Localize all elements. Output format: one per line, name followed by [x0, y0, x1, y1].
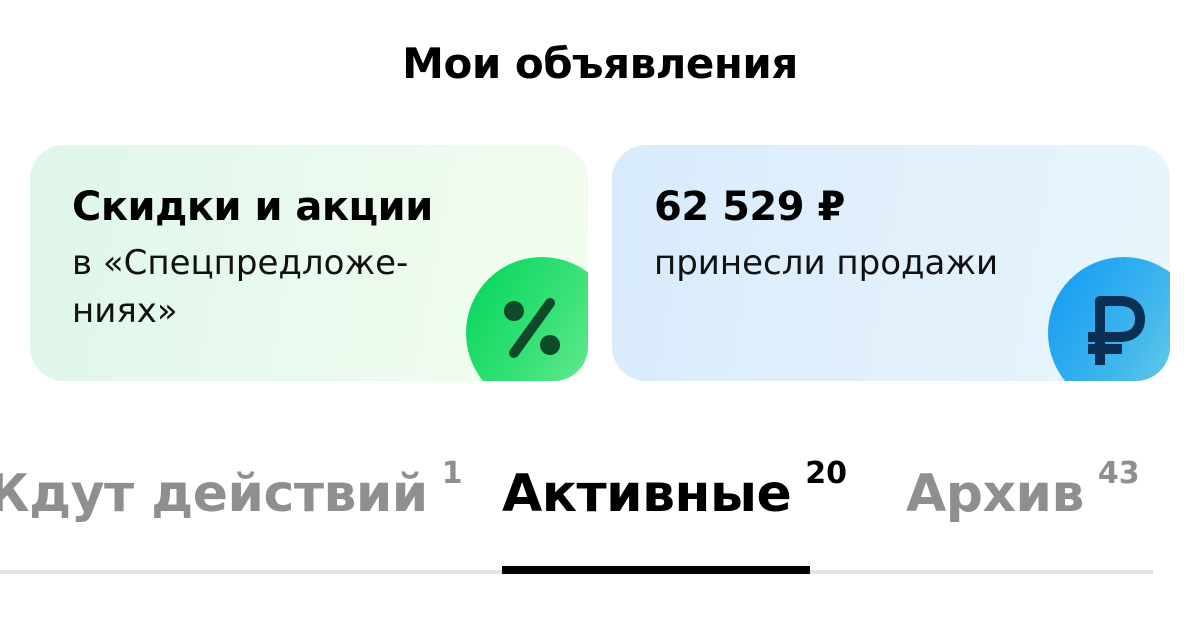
tab-count-badge: 20 — [805, 456, 847, 491]
page-title: Мои объявления — [402, 39, 798, 88]
tab-archive[interactable]: Архив 43 — [906, 448, 1140, 548]
sales-caption: принесли продажи — [654, 243, 999, 283]
sales-card[interactable]: 62 529 ₽ принесли продажи — [612, 145, 1170, 381]
active-tab-indicator — [502, 566, 810, 574]
promo-card-title: Скидки и акции — [72, 184, 433, 230]
tab-label: Архив — [906, 464, 1084, 524]
percent-icon — [504, 298, 560, 358]
sales-amount: 62 529 ₽ — [654, 184, 845, 230]
tab-count-badge: 43 — [1097, 456, 1140, 491]
sales-badge — [1048, 257, 1170, 381]
tab-label: Активные — [502, 464, 792, 524]
promo-badge — [466, 257, 588, 381]
tab-active[interactable]: Активные 20 — [502, 448, 847, 548]
promo-card[interactable]: Скидки и акции в «Спецпредложе- ниях» — [30, 145, 588, 381]
ruble-icon — [1088, 296, 1145, 365]
tab-pending-actions[interactable]: Ждут действий 1 — [0, 448, 463, 548]
tab-label: Ждут действий — [0, 464, 428, 524]
ads-tabs: Ждут действий 1 Активные 20 Архив 43 — [0, 448, 1200, 578]
promo-card-subtitle: в «Спецпредложе- ниях» — [72, 243, 409, 331]
my-ads-page: Мои объявления Скидки и акции в «Спецпре… — [0, 0, 1200, 618]
tab-count-badge: 1 — [441, 456, 463, 491]
